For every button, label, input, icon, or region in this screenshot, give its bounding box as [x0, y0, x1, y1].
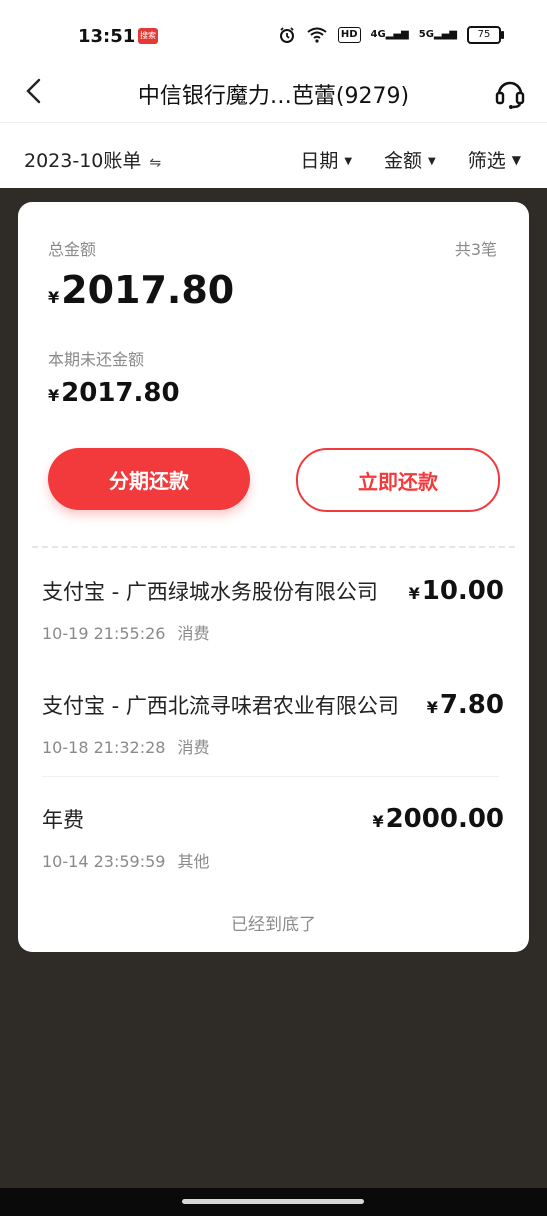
wifi-icon [306, 26, 328, 44]
transaction-type: 其他 [177, 852, 210, 871]
nav-bar: 中信银行魔力…芭蕾(9279) [0, 62, 547, 120]
date-sort-button[interactable]: 日期 ▼ [300, 146, 352, 173]
currency-symbol: ¥ [372, 812, 384, 831]
headset-icon [495, 81, 525, 109]
installment-button[interactable]: 分期还款 [48, 448, 250, 510]
transaction-datetime: 10-19 21:55:26 [42, 624, 166, 643]
transaction-amount-value: 2000.00 [385, 804, 504, 834]
total-amount-label: 总金额 [48, 240, 97, 259]
battery-icon: 75 [467, 26, 504, 44]
transaction-row[interactable]: 年费 ¥2000.00 10-14 23:59:59 其他 [42, 804, 504, 904]
hd-icon: HD [337, 27, 361, 43]
statement-card: 总金额 共3笔 ¥2017.80 本期未还金额 ¥2017.80 分期还款 立即… [18, 202, 529, 952]
transaction-merchant: 支付宝 - 广西绿城水务股份有限公司 [42, 580, 378, 604]
transaction-row[interactable]: 支付宝 - 广西北流寻味君农业有限公司 ¥7.80 10-18 21:32:28… [42, 690, 504, 790]
signal-5g-icon: 5G▂▄▆ [418, 29, 457, 40]
transaction-meta: 10-18 21:32:28 消费 [42, 734, 209, 758]
date-sort-label: 日期 [300, 150, 339, 172]
signal-5g-label: 5G [418, 29, 434, 40]
pay-now-button[interactable]: 立即还款 [296, 448, 500, 512]
currency-symbol: ¥ [426, 698, 438, 717]
transaction-merchant: 年费 [42, 808, 84, 832]
caret-down-icon: ▼ [428, 156, 436, 167]
transaction-meta: 10-19 21:55:26 消费 [42, 620, 209, 644]
unpaid-amount-label: 本期未还金额 [48, 350, 145, 369]
unpaid-amount-value: 2017.80 [61, 378, 180, 408]
end-of-list-text: 已经到底了 [231, 915, 316, 935]
signal-4g-icon: 4G▂▄▆ [370, 29, 409, 40]
caret-down-icon: ▼ [344, 156, 353, 167]
unpaid-amount: ¥2017.80 [48, 378, 180, 408]
dashed-divider [32, 546, 515, 548]
signal-4g-label: 4G [370, 29, 386, 40]
amount-sort-label: 金额 [384, 150, 423, 172]
transaction-amount: ¥10.00 [409, 576, 504, 606]
transaction-count: 共3笔 [454, 240, 497, 259]
swap-icon: ⇋ [149, 155, 162, 171]
transaction-amount-value: 10.00 [421, 576, 504, 606]
total-amount-value: 2017.80 [61, 268, 235, 312]
status-bar: 13:51 搜索 HD 4G▂▄▆ 5G▂▄▆ 75 [0, 0, 547, 70]
filter-label: 筛选 [467, 150, 506, 172]
page-title: 中信银行魔力…芭蕾(9279) [137, 84, 410, 109]
status-time: 13:51 [78, 26, 136, 47]
transaction-type: 消费 [177, 624, 210, 643]
customer-service-button[interactable] [493, 76, 527, 110]
status-icons: HD 4G▂▄▆ 5G▂▄▆ 75 [278, 26, 504, 44]
row-divider [42, 776, 499, 777]
alarm-icon [278, 26, 296, 44]
header-divider [0, 122, 547, 123]
transaction-row[interactable]: 支付宝 - 广西绿城水务股份有限公司 ¥10.00 10-19 21:55:26… [42, 576, 504, 676]
transaction-meta: 10-14 23:59:59 其他 [42, 848, 209, 872]
statement-period-selector[interactable]: 2023-10账单 ⇋ [24, 146, 161, 173]
transaction-type: 消费 [177, 738, 210, 757]
filter-bar: 2023-10账单 ⇋ 日期 ▼ 金额 ▼ 筛选 ▼ [0, 136, 547, 176]
filter-icon: ▼ [511, 153, 521, 167]
filter-options: 日期 ▼ 金额 ▼ 筛选 ▼ [300, 146, 521, 173]
currency-symbol: ¥ [48, 288, 60, 307]
transaction-datetime: 10-14 23:59:59 [42, 852, 166, 871]
home-indicator[interactable] [182, 1199, 364, 1204]
currency-symbol: ¥ [408, 584, 420, 603]
header-area: 13:51 搜索 HD 4G▂▄▆ 5G▂▄▆ 75 中信银行魔力…芭蕾(927… [0, 0, 547, 188]
statement-period-label: 2023-10账单 [24, 150, 142, 172]
total-amount: ¥2017.80 [48, 268, 234, 312]
currency-symbol: ¥ [48, 386, 60, 405]
transaction-amount-value: 7.80 [439, 690, 504, 720]
transaction-amount: ¥7.80 [427, 690, 504, 720]
app-notification-icon: 搜索 [138, 28, 158, 44]
amount-sort-button[interactable]: 金额 ▼ [384, 146, 436, 173]
transaction-merchant: 支付宝 - 广西北流寻味君农业有限公司 [42, 694, 399, 718]
transaction-datetime: 10-18 21:32:28 [42, 738, 166, 757]
transaction-amount: ¥2000.00 [372, 804, 504, 834]
filter-button[interactable]: 筛选 ▼ [468, 146, 521, 173]
